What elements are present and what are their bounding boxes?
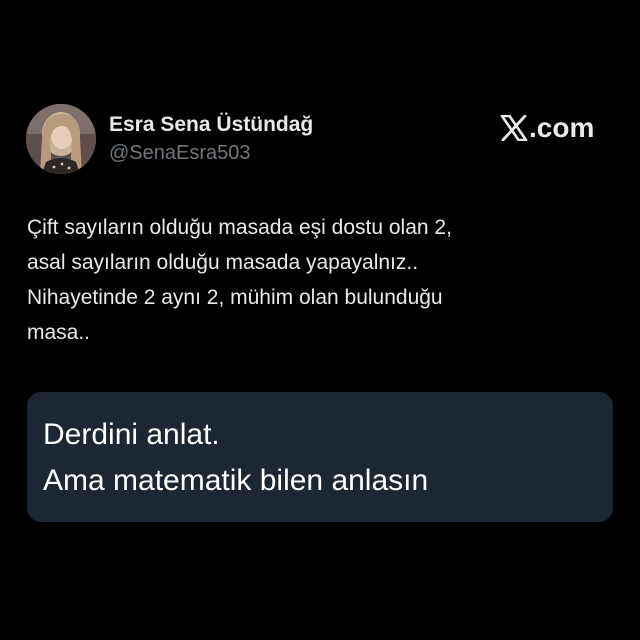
author-avatar[interactable] (26, 104, 96, 174)
post-text-line: Nihayetinde 2 aynı 2, mühim olan bulundu… (27, 286, 443, 309)
image-text-line: Ama matematik bilen anlasın (43, 464, 429, 497)
attached-image[interactable]: Derdini anlat. Ama matematik bilen anlas… (27, 392, 613, 522)
image-text-line: Derdini anlat. (43, 418, 220, 451)
attached-image-text: Derdini anlat. Ama matematik bilen anlas… (43, 412, 428, 504)
brand-domain-label: .com (529, 112, 595, 143)
x-logo-icon (500, 115, 528, 141)
x-com-brand: .com (500, 112, 594, 144)
author-handle[interactable]: @SenaEsra503 (109, 142, 251, 165)
post-card: Esra Sena Üstündağ @SenaEsra503 .com Çif… (0, 0, 640, 640)
avatar-photo (26, 104, 96, 174)
post-body-text: Çift sayıların olduğu masada eşi dostu o… (27, 210, 617, 350)
post-text-line: masa.. (27, 321, 91, 344)
post-text-line: asal sayıların olduğu masada yapayalnız.… (27, 251, 419, 274)
author-display-name[interactable]: Esra Sena Üstündağ (109, 113, 313, 137)
post-text-line: Çift sayıların olduğu masada eşi dostu o… (27, 216, 452, 239)
